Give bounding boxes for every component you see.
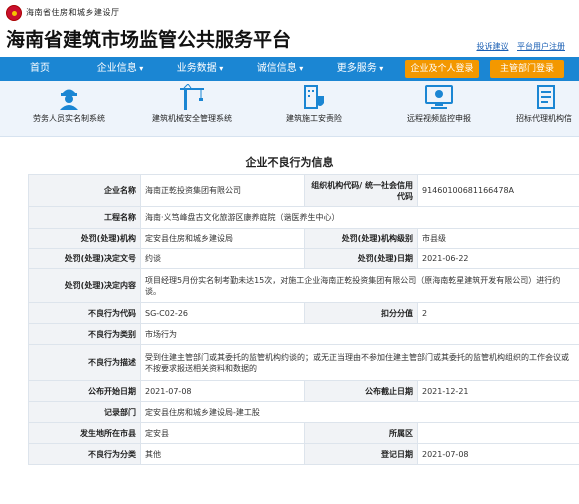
- field-value: 2021-07-08: [140, 380, 305, 402]
- system-label: 劳务人员实名制系统: [33, 114, 105, 123]
- field-value: SG-C02-26: [140, 302, 305, 324]
- system-label: 建筑施工安责险: [286, 114, 342, 123]
- document-icon: [537, 85, 555, 109]
- authority-login-button[interactable]: 主管部门登录: [490, 60, 564, 78]
- worker-icon: [60, 89, 78, 110]
- nav-credit-info[interactable]: 诚信信息: [250, 57, 310, 81]
- table-row: 不良行为描述 受到住建主管部门或其委托的监管机构约谈的；或无正当理由不参加住建主…: [28, 344, 579, 381]
- table-row: 不良行为类别 市场行为: [28, 323, 579, 345]
- field-label: 公布开始日期: [28, 380, 141, 402]
- register-link[interactable]: 平台用户注册: [517, 42, 565, 51]
- nav-business-data[interactable]: 业务数据: [170, 57, 230, 81]
- field-value: 2021-07-08: [417, 443, 579, 465]
- field-label: 处罚(处理)机构级别: [304, 228, 418, 249]
- field-label: 工程名称: [28, 206, 141, 229]
- nav-enterprise-info[interactable]: 企业信息: [90, 57, 150, 81]
- field-value: 定安县住房和城乡建设局-建工股: [140, 401, 579, 423]
- field-label: 不良行为代码: [28, 302, 141, 324]
- field-value: 2021-12-21: [417, 380, 579, 402]
- main-nav: 首页 企业信息 业务数据 诚信信息 更多服务 企业及个人登录 主管部门登录: [0, 57, 579, 81]
- field-label: 组织机构代码/ 统一社会信用代码: [304, 174, 418, 207]
- nav-more-services[interactable]: 更多服务: [330, 57, 390, 81]
- field-label: 不良行为类别: [28, 323, 141, 345]
- field-value: 市县级: [417, 228, 579, 249]
- field-label: 所属区: [304, 422, 418, 444]
- field-label: 处罚(处理)机构: [28, 228, 141, 249]
- field-value: 定安县: [140, 422, 305, 444]
- field-value: 约谈: [140, 248, 305, 269]
- field-value: 项目经理5月份实名制考勤未达15次，对施工企业海南正乾投资集团有限公司（原海南乾…: [140, 268, 579, 303]
- system-shortcuts: 劳务人员实名制系统 建筑机械安全管理系统 建筑施工安责险 远程视频监控申报 招标…: [0, 81, 579, 137]
- field-label: 处罚(处理)日期: [304, 248, 418, 269]
- table-row: 工程名称 海南·义笃峰盘古文化旅游区康养庭院（谐医养生中心）: [28, 206, 579, 229]
- field-label: 企业名称: [28, 174, 141, 207]
- table-row: 处罚(处理)决定文号 约谈 处罚(处理)日期 2021-06-22: [28, 248, 579, 269]
- field-label: 处罚(处理)决定文号: [28, 248, 141, 269]
- feedback-link[interactable]: 投诉建议: [476, 42, 508, 51]
- table-row: 企业名称 海南正乾投资集团有限公司 组织机构代码/ 统一社会信用代码 91460…: [28, 174, 579, 207]
- bad-behavior-detail-table: 企业名称 海南正乾投资集团有限公司 组织机构代码/ 统一社会信用代码 91460…: [28, 174, 579, 465]
- system-label: 招标代理机构信: [516, 114, 572, 123]
- table-row: 处罚(处理)机构 定安县住房和城乡建设局 处罚(处理)机构级别 市县级: [28, 228, 579, 249]
- field-label: 处罚(处理)决定内容: [28, 268, 141, 303]
- field-label: 登记日期: [304, 443, 418, 465]
- crane-icon: [180, 84, 204, 110]
- system-label: 建筑机械安全管理系统: [152, 114, 232, 123]
- field-value: 受到住建主管部门或其委托的监管机构约谈的；或无正当理由不参加住建主管部门或其委托…: [140, 344, 579, 381]
- field-value: 其他: [140, 443, 305, 465]
- system-machinery-safety[interactable]: 建筑机械安全管理系统: [142, 84, 242, 136]
- site-title: 海南省建筑市场监管公共服务平台: [6, 29, 292, 51]
- field-label: 记录部门: [28, 401, 141, 423]
- field-value: [417, 422, 579, 444]
- field-value: 定安县住房和城乡建设局: [140, 228, 305, 249]
- field-label: 不良行为分类: [28, 443, 141, 465]
- department-name: 海南省住房和城乡建设厅: [26, 8, 120, 17]
- site-header: 海南省住房和城乡建设厅 海南省建筑市场监管公共服务平台 投诉建议 平台用户注册: [0, 0, 579, 57]
- table-row: 公布开始日期 2021-07-08 公布截止日期 2021-12-21: [28, 380, 579, 402]
- system-label: 远程视频监控申报: [407, 114, 471, 123]
- field-label: 发生地所在市县: [28, 422, 141, 444]
- system-video-monitor[interactable]: 远程视频监控申报: [398, 84, 480, 136]
- system-bidding-agency[interactable]: 招标代理机构信: [516, 84, 579, 136]
- field-value: 海南正乾投资集团有限公司: [140, 174, 305, 207]
- field-value: 海南·义笃峰盘古文化旅游区康养庭院（谐医养生中心）: [140, 206, 579, 229]
- field-value: 91460100681166478A: [417, 174, 579, 207]
- national-emblem-icon: [6, 5, 22, 21]
- enterprise-login-button[interactable]: 企业及个人登录: [405, 60, 479, 78]
- top-links: 投诉建议 平台用户注册: [470, 41, 565, 52]
- system-safety-insurance[interactable]: 建筑施工安责险: [272, 84, 356, 136]
- page-title: 企业不良行为信息: [245, 156, 334, 169]
- table-row: 处罚(处理)决定内容 项目经理5月份实名制考勤未达15次，对施工企业海南正乾投资…: [28, 268, 579, 303]
- table-row: 记录部门 定安县住房和城乡建设局-建工股: [28, 401, 579, 423]
- system-labor-realname[interactable]: 劳务人员实名制系统: [24, 84, 114, 136]
- table-row: 不良行为分类 其他 登记日期 2021-07-08: [28, 443, 579, 465]
- field-label: 不良行为描述: [28, 344, 141, 381]
- field-value: 市场行为: [140, 323, 579, 345]
- table-row: 不良行为代码 SG-C02-26 扣分分值 2: [28, 302, 579, 324]
- table-row: 发生地所在市县 定安县 所属区: [28, 422, 579, 444]
- field-value: 2021-06-22: [417, 248, 579, 269]
- nav-home[interactable]: 首页: [10, 57, 70, 81]
- field-value: 2: [417, 302, 579, 324]
- field-label: 扣分分值: [304, 302, 418, 324]
- field-label: 公布截止日期: [304, 380, 418, 402]
- monitor-icon: [425, 85, 453, 109]
- building-shield-icon: [304, 85, 324, 109]
